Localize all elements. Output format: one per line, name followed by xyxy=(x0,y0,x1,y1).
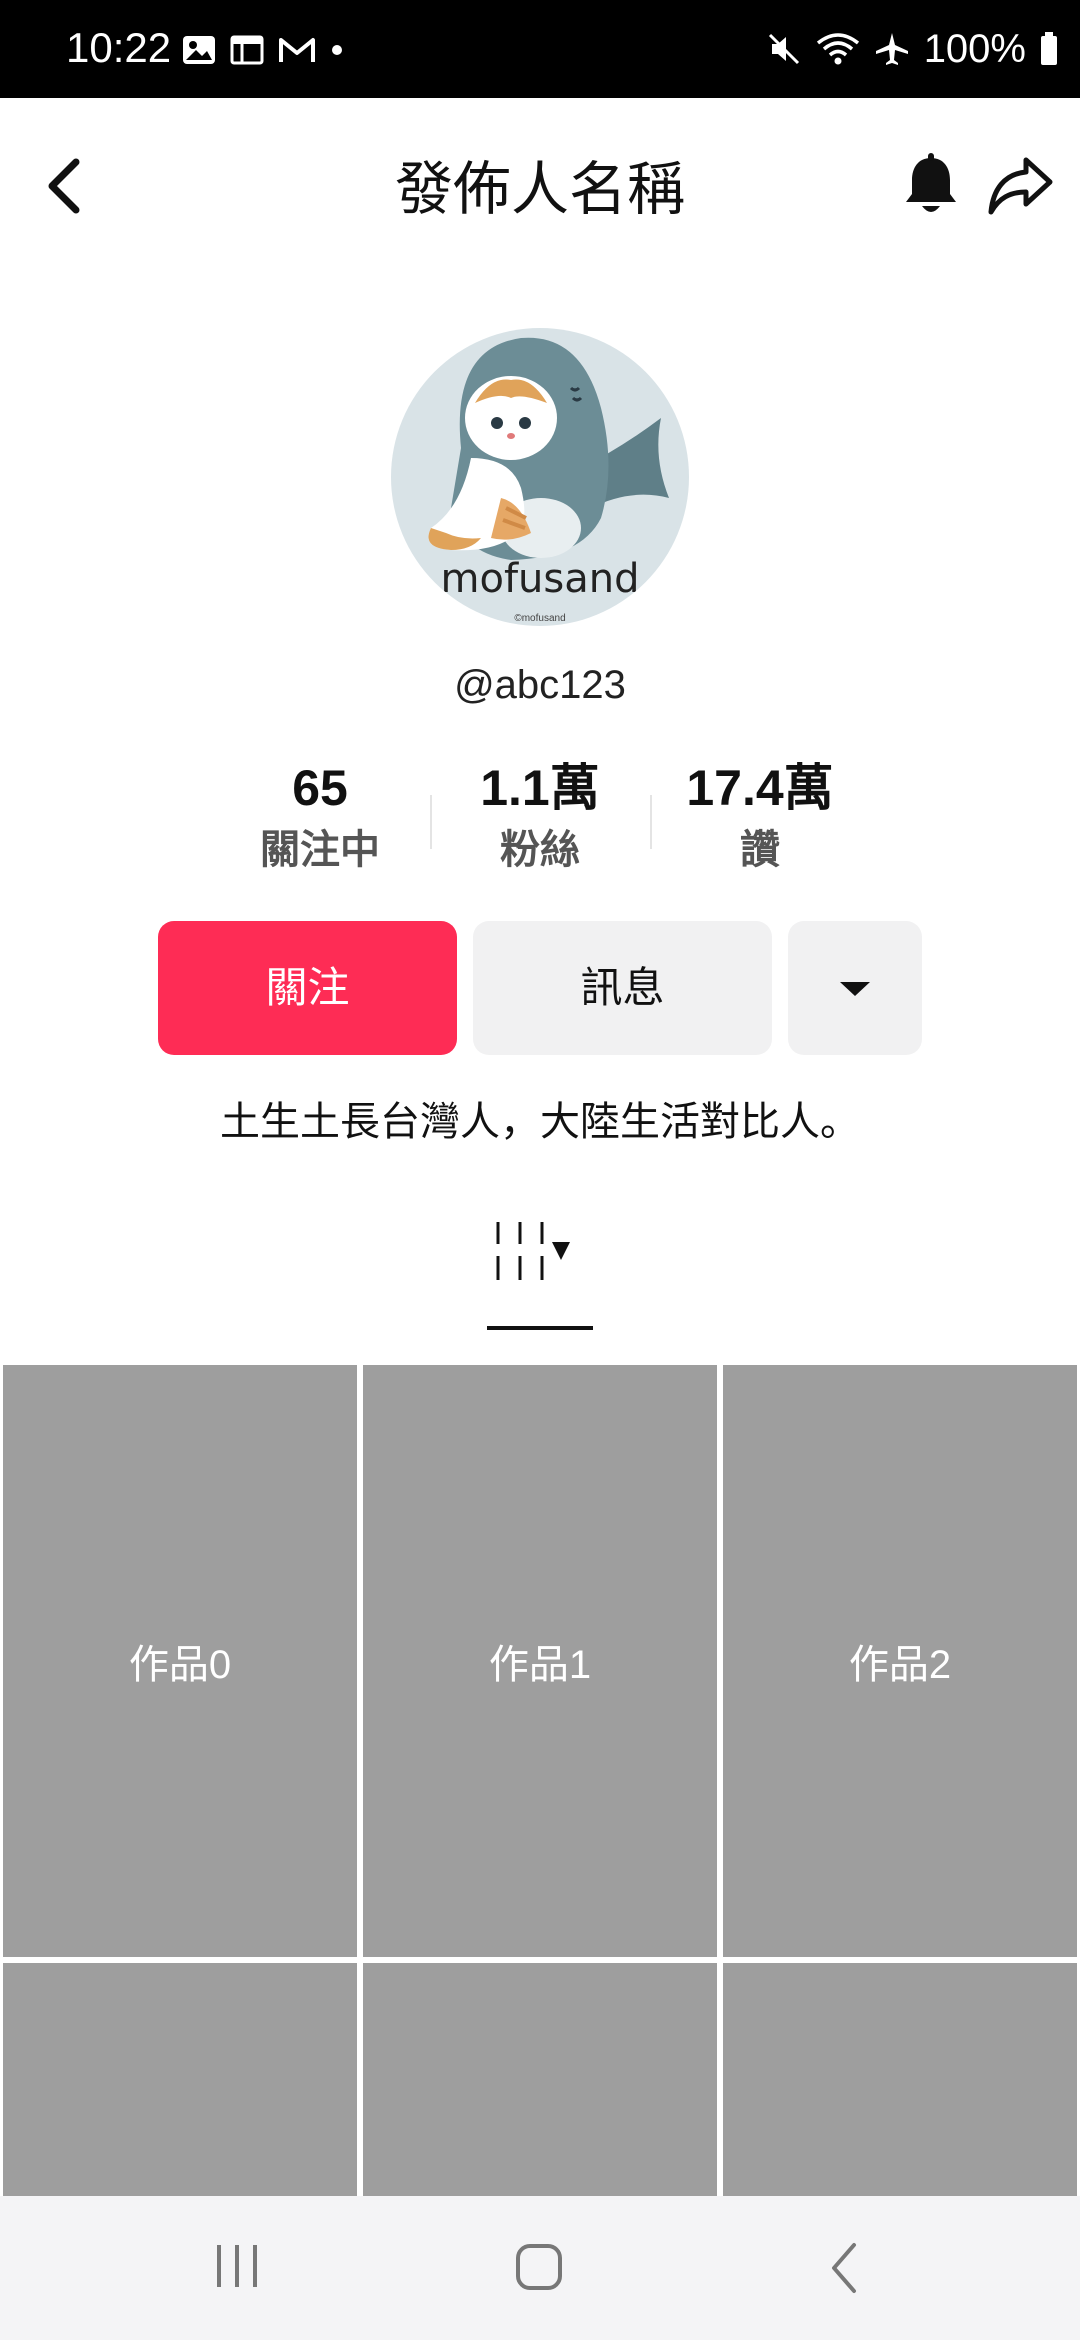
stat-likes-label: 讚 xyxy=(740,828,780,872)
profile-stats: 65 關注中 1.1萬 粉絲 17.4萬 讚 xyxy=(220,755,860,895)
videos-tab[interactable] xyxy=(490,1218,590,1288)
notification-bell-button[interactable] xyxy=(900,150,962,222)
stat-followers[interactable]: 1.1萬 粉絲 xyxy=(440,755,640,879)
airplane-icon xyxy=(874,31,910,67)
status-time: 10:22 xyxy=(66,24,172,71)
grid-dropdown-icon xyxy=(496,1222,570,1280)
stat-followers-value: 1.1萬 xyxy=(480,760,600,816)
more-options-button[interactable] xyxy=(788,921,922,1055)
stat-divider xyxy=(650,795,652,849)
battery-percent: 100% xyxy=(923,27,1026,71)
recents-icon xyxy=(217,2245,257,2287)
stat-divider xyxy=(430,795,432,849)
system-icons: 100% xyxy=(766,24,1058,74)
post-tile[interactable] xyxy=(723,1963,1077,2203)
caret-down-icon xyxy=(840,982,870,996)
chevron-left-icon xyxy=(832,2243,856,2293)
post-tile[interactable]: 作品2 xyxy=(723,1365,1077,1957)
system-nav-bar xyxy=(0,2196,1080,2340)
status-bar: 10:22 100% xyxy=(0,0,1080,98)
system-back-button[interactable] xyxy=(826,2241,862,2295)
stat-following[interactable]: 65 關注中 xyxy=(220,755,420,879)
avatar-brand-text: mofusand xyxy=(440,556,640,602)
message-button[interactable]: 訊息 xyxy=(473,921,772,1055)
avatar[interactable]: mofusand ©mofusand xyxy=(391,328,689,626)
wifi-icon xyxy=(816,31,860,67)
gmail-icon xyxy=(278,35,316,65)
post-tile[interactable] xyxy=(363,1963,717,2203)
calendar-icon xyxy=(230,35,264,65)
post-tile[interactable]: 作品0 xyxy=(3,1365,357,1957)
stat-following-label: 關注中 xyxy=(260,828,380,872)
top-bar: 發佈人名稱 xyxy=(0,98,1080,278)
follow-button[interactable]: 關注 xyxy=(158,921,457,1055)
home-button[interactable] xyxy=(514,2242,564,2292)
dot-icon xyxy=(330,43,344,57)
profile-bio: 土生土長台灣人，大陸生活對比人。 xyxy=(220,1100,860,1144)
share-arrow-icon xyxy=(988,157,1053,215)
post-tile[interactable]: 作品1 xyxy=(363,1365,717,1957)
stat-likes-value: 17.4萬 xyxy=(686,760,834,816)
stat-likes: 17.4萬 讚 xyxy=(660,755,860,879)
post-tile[interactable] xyxy=(3,1963,357,2203)
bell-icon xyxy=(906,153,956,212)
avatar-copyright-text: ©mofusand xyxy=(514,613,566,624)
gallery-icon xyxy=(182,35,216,65)
notification-icons xyxy=(182,30,344,70)
user-handle: @abc123 xyxy=(454,663,626,707)
battery-icon xyxy=(1040,32,1058,66)
stat-followers-label: 粉絲 xyxy=(500,828,580,872)
share-button[interactable] xyxy=(986,150,1056,222)
stat-following-value: 65 xyxy=(292,760,348,816)
home-icon xyxy=(516,2244,562,2290)
tab-active-indicator xyxy=(487,1326,593,1330)
recents-button[interactable] xyxy=(213,2241,261,2291)
mute-icon xyxy=(766,31,802,67)
